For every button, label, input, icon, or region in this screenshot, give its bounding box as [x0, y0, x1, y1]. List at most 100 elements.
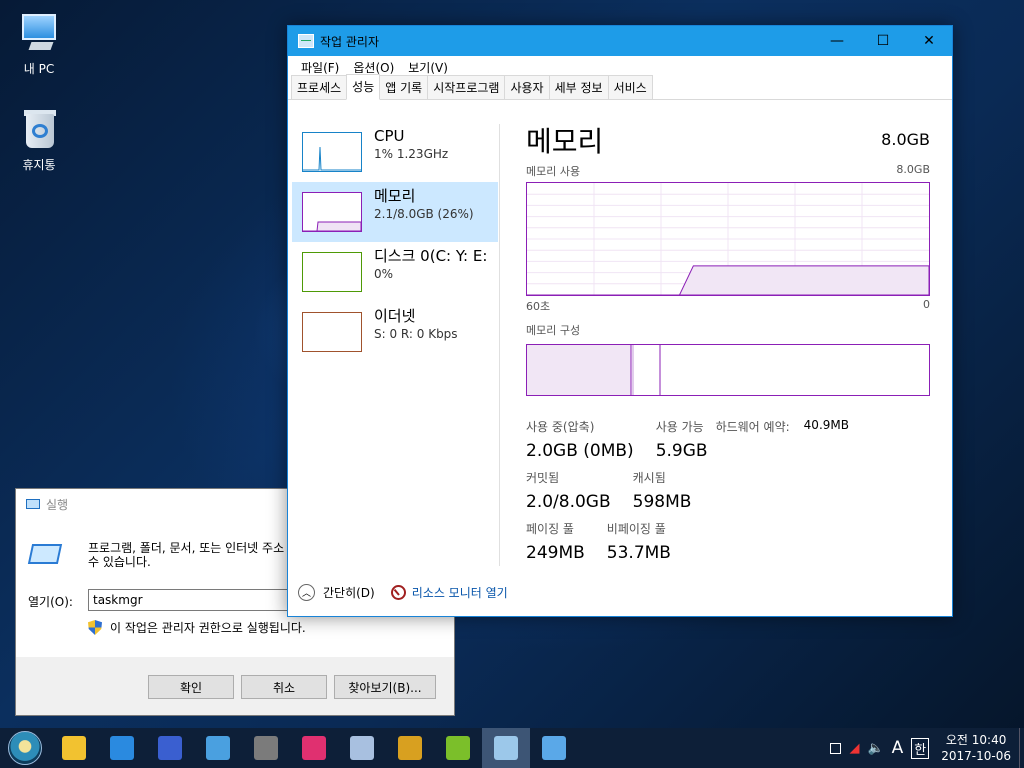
- clock-date: 2017-10-06: [941, 749, 1011, 763]
- tab-app-history[interactable]: 앱 기록: [379, 75, 429, 99]
- uac-shield-icon: [88, 620, 102, 635]
- resource-item-cpu[interactable]: CPU 1% 1.23GHz: [292, 122, 498, 182]
- time-axis-right: 0: [923, 298, 930, 311]
- memory-composition-bar: [526, 344, 930, 396]
- clock-time: 오전 10:40: [945, 733, 1007, 747]
- chevron-up-icon[interactable]: ︿: [298, 584, 315, 601]
- save-disk-icon: [158, 736, 182, 760]
- stat-label: 커밋됨: [526, 471, 560, 485]
- stat-value: 2.0GB (0MB): [526, 441, 634, 461]
- cancel-button[interactable]: 취소: [241, 675, 327, 699]
- stat-label: 페이징 풀: [526, 522, 574, 536]
- show-desktop-button[interactable]: [1019, 728, 1024, 768]
- menu-options[interactable]: 옵션(O): [346, 59, 401, 76]
- usage-max-label: 8.0GB: [896, 163, 930, 176]
- resource-item-memory[interactable]: 메모리 2.1/8.0GB (26%): [292, 182, 498, 242]
- ok-button[interactable]: 확인: [148, 675, 234, 699]
- stat-committed: 커밋됨 2.0/8.0GB: [526, 469, 611, 512]
- stat-value: 40.9MB: [803, 418, 849, 432]
- desktop-icon-label: 내 PC: [23, 62, 55, 76]
- input-language[interactable]: A: [892, 738, 904, 758]
- memory-usage-svg: [527, 183, 929, 295]
- taskbar-app-file-explorer[interactable]: [50, 728, 98, 768]
- resource-value: 1% 1.23GHz: [374, 147, 449, 161]
- recycle-bin-icon: [16, 106, 62, 152]
- close-button[interactable]: ✕: [906, 26, 952, 56]
- robot-icon: [254, 736, 278, 760]
- stat-hw-reserved: 하드웨어 예약: 40.9MB: [716, 418, 849, 461]
- resource-value: S: 0 R: 0 Kbps: [374, 327, 458, 341]
- taskbar-app-internet-explorer[interactable]: [98, 728, 146, 768]
- usage-graph-labels: 메모리 사용 8.0GB: [526, 163, 930, 179]
- browse-button[interactable]: 찾아보기(B)...: [334, 675, 436, 699]
- desktop-icon-recycle-bin[interactable]: 휴지통: [4, 106, 74, 173]
- time-axis-left: 60초: [526, 300, 551, 313]
- stat-label: 사용 가능: [655, 420, 704, 434]
- olive-app-icon: [446, 736, 470, 760]
- clock[interactable]: 오전 10:40 2017-10-06: [941, 732, 1011, 764]
- maximize-button[interactable]: ☐: [860, 26, 906, 56]
- stat-in-use: 사용 중(압축) 2.0GB (0MB): [526, 418, 634, 461]
- window-controls: — ☐ ✕: [814, 26, 952, 56]
- taskbar-app-save-disk[interactable]: [146, 728, 194, 768]
- file-explorer-icon: [62, 736, 86, 760]
- task-manager-window: 작업 관리자 — ☐ ✕ 파일(F) 옵션(O) 보기(V) 프로세스 성능 앱…: [287, 25, 953, 617]
- tab-services[interactable]: 서비스: [607, 75, 653, 99]
- resource-name: 디스크 0(C: Y: E:: [374, 247, 488, 265]
- start-button[interactable]: [0, 728, 50, 768]
- taskbar-app-color-picker[interactable]: [290, 728, 338, 768]
- usage-label: 메모리 사용: [526, 165, 581, 178]
- task-manager-icon: [494, 736, 518, 760]
- taskbar-app-r-app[interactable]: [386, 728, 434, 768]
- desktop-icon-this-pc[interactable]: 내 PC: [4, 10, 74, 77]
- taskbar-app-task-manager[interactable]: [482, 728, 530, 768]
- taskbar-app-robot[interactable]: [242, 728, 290, 768]
- pane-divider: [499, 124, 500, 566]
- task-manager-titlebar[interactable]: 작업 관리자 — ☐ ✕: [288, 26, 952, 56]
- stat-label: 캐시됨: [632, 471, 666, 485]
- open-resource-monitor-link[interactable]: 리소스 모니터 열기: [412, 584, 508, 601]
- run-dialog-buttons: 확인 취소 찾아보기(B)...: [141, 675, 436, 699]
- tab-startup[interactable]: 시작프로그램: [427, 75, 506, 99]
- arrow-tray-icon[interactable]: ◢: [849, 741, 859, 756]
- stat-label: 하드웨어 예약:: [715, 420, 790, 434]
- fewer-details-link[interactable]: 간단히(D): [323, 584, 375, 601]
- start-orb-icon: [8, 731, 42, 765]
- stat-value: 249MB: [526, 543, 585, 563]
- menu-view[interactable]: 보기(V): [401, 59, 455, 76]
- ime-mode[interactable]: 한: [911, 737, 930, 759]
- composition-label: 메모리 구성: [526, 324, 581, 337]
- resource-item-ethernet[interactable]: 이더넷 S: 0 R: 0 Kbps: [292, 302, 498, 362]
- taskbar-apps: [50, 728, 578, 768]
- resource-monitor-icon: [390, 585, 406, 600]
- taskbar-app-run-dialog[interactable]: [530, 728, 578, 768]
- tab-users[interactable]: 사용자: [504, 75, 550, 99]
- resource-list: CPU 1% 1.23GHz 메모리 2.1/8.0GB (26%) 디스크 0…: [292, 122, 498, 362]
- run-program-icon: [27, 544, 63, 564]
- cpu-thumbnail-graph: [302, 132, 362, 172]
- volume-icon[interactable]: 🔈: [867, 741, 883, 756]
- stat-label: 비페이징 풀: [606, 522, 666, 536]
- taskbar-app-magnifier[interactable]: [194, 728, 242, 768]
- admin-note: 이 작업은 관리자 권한으로 실행됩니다.: [88, 619, 306, 636]
- ethernet-thumbnail-graph: [302, 312, 362, 352]
- tab-processes[interactable]: 프로세스: [291, 75, 348, 99]
- stat-label: 사용 중(압축): [526, 420, 595, 434]
- time-axis-labels: 60초 0: [526, 298, 930, 314]
- stat-nonpaged-pool: 비페이징 풀 53.7MB: [607, 520, 671, 563]
- resource-value: 0%: [374, 267, 394, 281]
- resource-item-disk[interactable]: 디스크 0(C: Y: E: 0%: [292, 242, 498, 302]
- menu-file[interactable]: 파일(F): [294, 59, 346, 76]
- resource-value: 2.1/8.0GB (26%): [374, 207, 474, 221]
- tab-details[interactable]: 세부 정보: [548, 75, 609, 99]
- notification-checkbox-icon[interactable]: [830, 742, 842, 754]
- stat-value: 53.7MB: [606, 543, 671, 563]
- run-dialog-title: 실행: [46, 497, 69, 512]
- memory-usage-area: [527, 265, 929, 295]
- tab-performance[interactable]: 성능: [346, 74, 381, 100]
- computer-icon: [16, 10, 62, 56]
- taskbar-app-olive-app[interactable]: [434, 728, 482, 768]
- taskbar-app-network[interactable]: [338, 728, 386, 768]
- minimize-button[interactable]: —: [814, 26, 860, 56]
- detail-total: 8.0GB: [881, 130, 930, 149]
